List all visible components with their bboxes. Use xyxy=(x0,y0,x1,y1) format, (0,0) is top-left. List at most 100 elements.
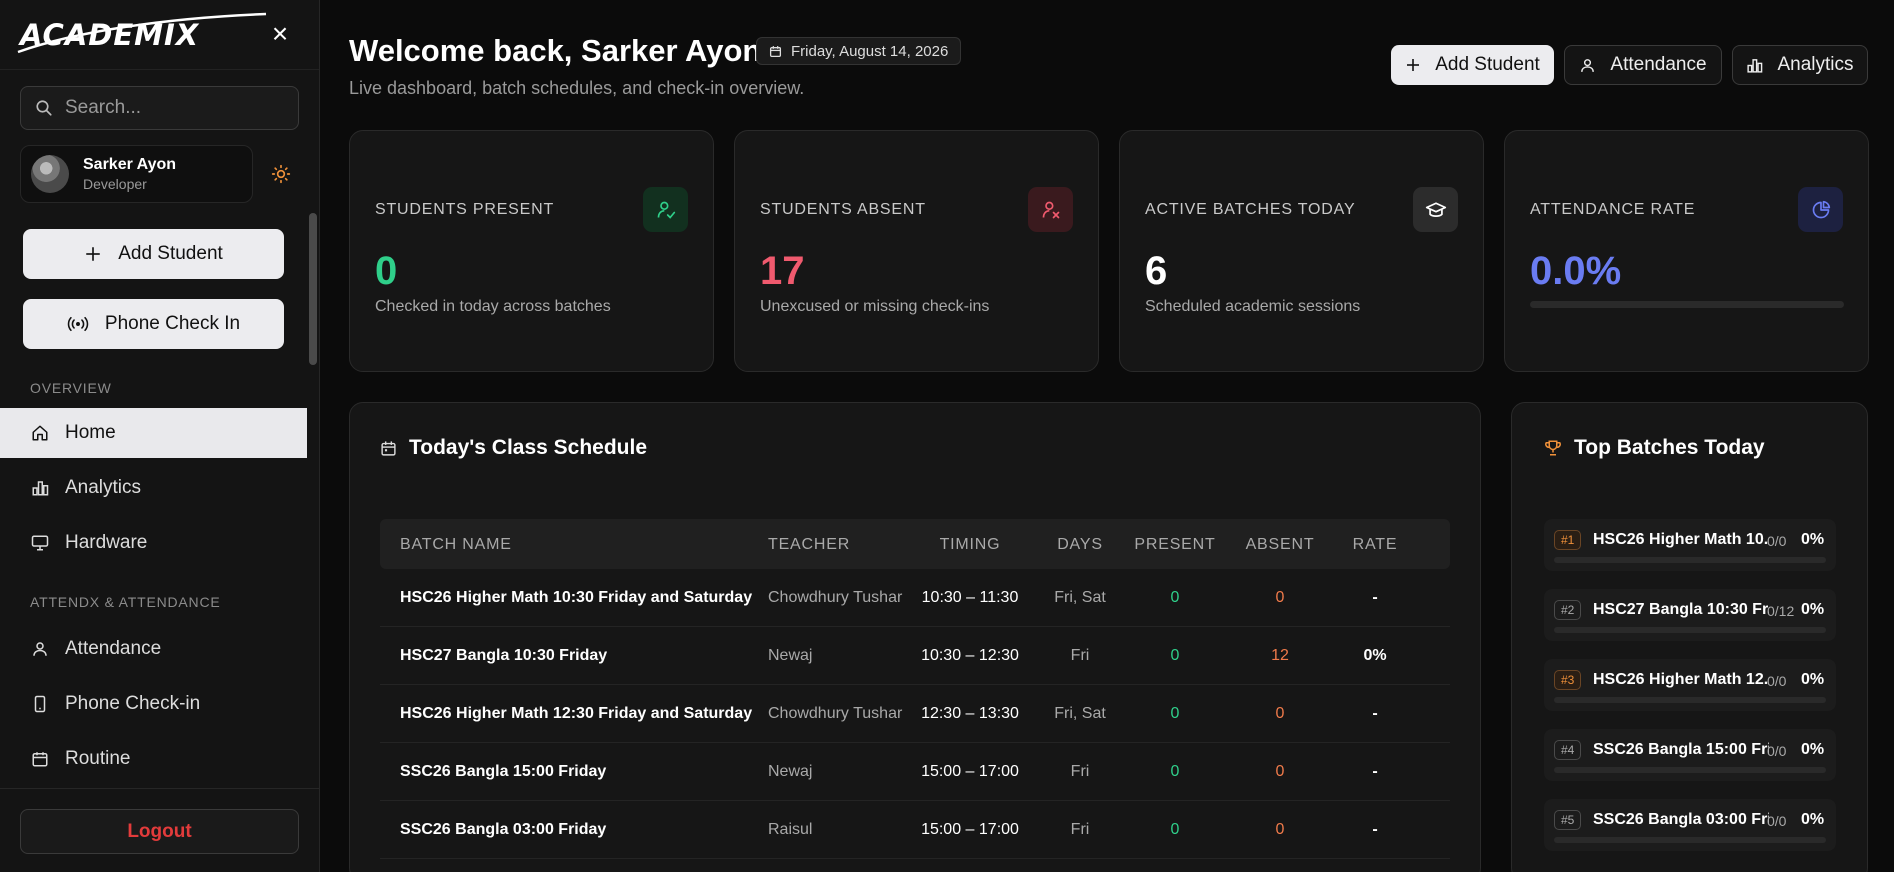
batch-ratio: 0/0 xyxy=(1767,813,1787,829)
sidebar-scrollbar[interactable] xyxy=(309,213,317,365)
stat-value: 0.0% xyxy=(1530,249,1622,293)
top-batch-item[interactable]: #2 HSC27 Bangla 10:30 Fr... 0/12 0% xyxy=(1544,589,1836,641)
plus-icon xyxy=(1405,57,1421,73)
add-student-button[interactable]: Add Student xyxy=(1391,45,1554,85)
sidebar-add-student-button[interactable]: Add Student xyxy=(23,229,284,279)
nav-label-attendance: Attendance xyxy=(65,638,162,659)
table-row[interactable]: SSC26 Bangla 03:00 Friday Raisul 15:00 –… xyxy=(380,801,1450,859)
cell-timing: 10:30 – 11:30 xyxy=(921,589,1019,606)
sidebar-phone-check-in-button[interactable]: Phone Check In xyxy=(23,299,284,349)
cell-batch-name: SSC26 Bangla 15:00 Friday xyxy=(400,763,607,780)
chart-icon xyxy=(30,479,50,497)
calendar-icon xyxy=(30,750,50,768)
top-batch-item[interactable]: #4 SSC26 Bangla 15:00 Fri... 0/0 0% xyxy=(1544,729,1836,781)
cell-present: 0 xyxy=(1170,705,1180,722)
stat-label: STUDENTS ABSENT xyxy=(760,201,926,218)
search-box[interactable] xyxy=(20,86,299,130)
cell-batch-name: HSC26 Higher Math 10:30 Friday and Satur… xyxy=(400,589,753,606)
search-input[interactable] xyxy=(65,97,275,119)
calendar-icon xyxy=(769,45,782,58)
rank-badge: #2 xyxy=(1554,600,1582,620)
cell-timing: 10:30 – 12:30 xyxy=(921,647,1019,664)
stat-description: Unexcused or missing check-ins xyxy=(760,298,990,315)
table-row[interactable]: HSC26 Higher Math 10:30 Friday and Satur… xyxy=(380,569,1450,627)
top-batches-title-text: Top Batches Today xyxy=(1574,436,1765,459)
nav-item-attendance[interactable]: Attendance xyxy=(0,624,307,674)
rank-badge: #5 xyxy=(1554,810,1582,830)
table-header: BATCH NAME TEACHER TIMING DAYS PRESENT A… xyxy=(380,519,1450,569)
cell-days: Fri, Sat xyxy=(1054,705,1106,722)
column-header: ABSENT xyxy=(1245,536,1315,553)
batch-name: SSC26 Bangla 15:00 Fri... xyxy=(1593,741,1769,758)
cell-timing: 15:00 – 17:00 xyxy=(921,821,1019,838)
logout-area: Logout xyxy=(0,788,320,872)
top-batch-item[interactable]: #5 SSC26 Bangla 03:00 Fri... 0/0 0% xyxy=(1544,799,1836,851)
stat-card-present: STUDENTS PRESENT 0 Checked in today acro… xyxy=(349,130,714,372)
close-sidebar-icon[interactable]: × xyxy=(268,20,292,48)
cell-absent: 12 xyxy=(1271,647,1289,664)
attendance-button[interactable]: Attendance xyxy=(1564,45,1722,85)
cell-absent: 0 xyxy=(1275,589,1285,606)
nav-label-phone-check-in: Phone Check-in xyxy=(65,693,201,714)
section-overview: OVERVIEW xyxy=(30,380,112,396)
monitor-icon xyxy=(30,534,50,552)
batch-percent: 0% xyxy=(1801,811,1825,828)
stat-card-absent: STUDENTS ABSENT 17 Unexcused or missing … xyxy=(734,130,1099,372)
table-row[interactable]: SSC26 Bangla 15:00 Friday Newaj 15:00 – … xyxy=(380,743,1450,801)
cell-present: 0 xyxy=(1170,647,1180,664)
column-header: TIMING xyxy=(939,536,1001,553)
chart-icon xyxy=(1746,57,1763,74)
nav-item-phone-check-in[interactable]: Phone Check-in xyxy=(0,679,307,729)
logout-button[interactable]: Logout xyxy=(20,809,299,854)
sun-icon[interactable] xyxy=(271,164,291,184)
batch-percent: 0% xyxy=(1801,601,1825,618)
user-x-icon xyxy=(1028,187,1073,232)
nav-item-analytics[interactable]: Analytics xyxy=(0,463,307,513)
top-batch-item[interactable]: #3 HSC26 Higher Math 12... 0/0 0% xyxy=(1544,659,1836,711)
stat-value: 6 xyxy=(1145,249,1168,293)
cell-rate: - xyxy=(1372,705,1378,722)
cell-rate: 0% xyxy=(1363,647,1387,664)
analytics-button[interactable]: Analytics xyxy=(1732,45,1868,85)
nav-item-hardware[interactable]: Hardware xyxy=(0,518,307,568)
top-batch-item[interactable]: #1 HSC26 Higher Math 10... 0/0 0% xyxy=(1544,519,1836,571)
cell-teacher: Raisul xyxy=(768,821,813,838)
column-header: DAYS xyxy=(1057,536,1103,553)
cell-teacher: Chowdhury Tushar xyxy=(768,589,903,606)
cell-teacher: Chowdhury Tushar xyxy=(768,705,903,722)
add-student-label: Add Student xyxy=(118,243,223,264)
cell-teacher: Newaj xyxy=(768,763,813,780)
batch-ratio: 0/12 xyxy=(1767,603,1795,619)
add-student-label: Add Student xyxy=(1435,54,1540,75)
stat-description: Checked in today across batches xyxy=(375,298,611,315)
nav-item-home[interactable]: Home xyxy=(0,408,307,458)
table-row[interactable]: HSC27 Bangla 10:30 Friday Newaj 10:30 – … xyxy=(380,627,1450,685)
stat-description: Scheduled academic sessions xyxy=(1145,298,1361,315)
cell-absent: 0 xyxy=(1275,705,1285,722)
schedule-title-text: Today's Class Schedule xyxy=(409,436,648,459)
trophy-icon xyxy=(1544,439,1562,457)
batch-progress-bar xyxy=(1554,767,1826,773)
graduation-cap-icon xyxy=(1413,187,1458,232)
batch-name: HSC26 Higher Math 12... xyxy=(1593,671,1769,688)
batch-percent: 0% xyxy=(1801,741,1825,758)
user-profile[interactable]: Sarker Ayon Developer xyxy=(20,145,253,203)
batch-ratio: 0/0 xyxy=(1767,673,1787,689)
cell-rate: - xyxy=(1372,821,1378,838)
top-batches-panel: Top Batches Today #1 HSC26 Higher Math 1… xyxy=(1511,402,1868,872)
cell-batch-name: SSC26 Bangla 03:00 Friday xyxy=(400,821,607,838)
batch-progress-bar xyxy=(1554,627,1826,633)
nav-item-routine[interactable]: Routine xyxy=(0,734,307,784)
cell-present: 0 xyxy=(1170,763,1180,780)
search-icon xyxy=(36,100,52,116)
cell-absent: 0 xyxy=(1275,821,1285,838)
table-row[interactable]: HSC26 Higher Math 12:30 Friday and Satur… xyxy=(380,685,1450,743)
cell-days: Fri, Sat xyxy=(1054,589,1106,606)
logo-row: ACADEMIX × xyxy=(0,0,319,70)
analytics-label: Analytics xyxy=(1777,54,1854,75)
profile-name: Sarker Ayon xyxy=(83,156,177,173)
cell-absent: 0 xyxy=(1275,763,1285,780)
column-header: BATCH NAME xyxy=(400,536,512,553)
attendance-label: Attendance xyxy=(1610,54,1707,75)
rank-badge: #3 xyxy=(1554,670,1582,690)
